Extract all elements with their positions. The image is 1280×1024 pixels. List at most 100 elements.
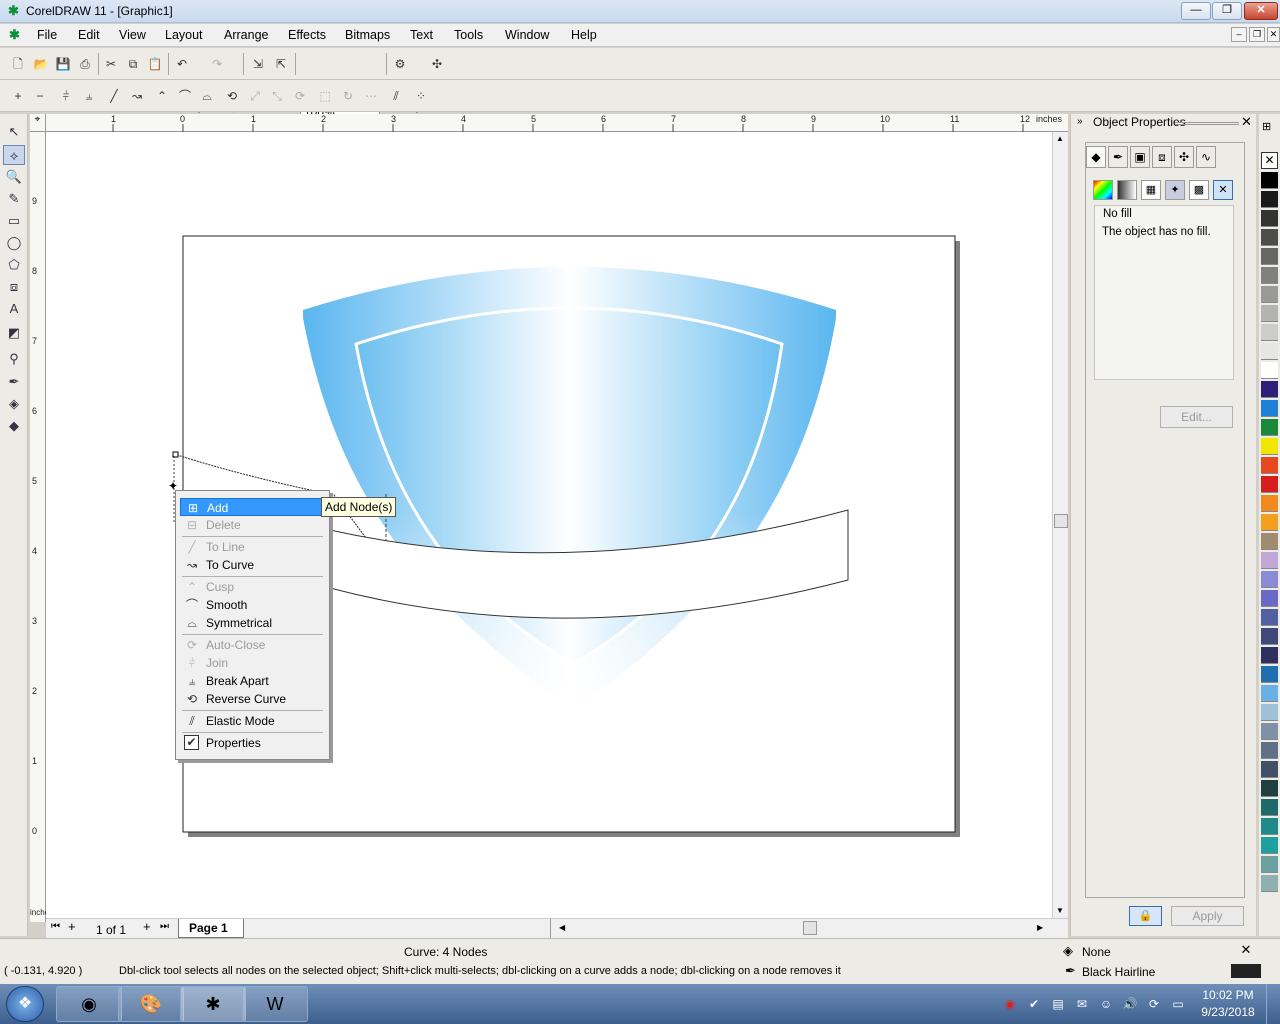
menu-window[interactable]: Window: [505, 28, 549, 42]
color-swatch[interactable]: [1261, 362, 1278, 379]
color-swatch[interactable]: [1261, 514, 1278, 531]
interactive-fill-tool-icon[interactable]: ◆: [3, 416, 25, 436]
document-menu-icon[interactable]: ✱: [9, 27, 20, 43]
color-swatch[interactable]: [1261, 571, 1278, 588]
last-page-icon[interactable]: ⏭: [160, 921, 169, 932]
color-swatch[interactable]: [1261, 799, 1278, 816]
ellipse-tool-icon[interactable]: ◯: [3, 233, 25, 253]
ctx-to-curve[interactable]: ↝ To Curve: [180, 556, 325, 574]
horizontal-scroll-thumb[interactable]: [803, 921, 817, 935]
scroll-down-icon[interactable]: ▼: [1056, 906, 1064, 915]
volume-tray-icon[interactable]: 🔊: [1122, 996, 1138, 1012]
color-swatch[interactable]: [1261, 723, 1278, 740]
color-swatch[interactable]: [1261, 780, 1278, 797]
menu-view[interactable]: View: [119, 28, 146, 42]
vertical-ruler[interactable]: 9 8 7 6 5 4 3 2 1 0 inches: [30, 132, 53, 922]
lock-icon[interactable]: 🔒: [1129, 906, 1162, 926]
first-page-icon[interactable]: ⏮: [51, 921, 60, 932]
curve-tab-icon[interactable]: ∿: [1196, 146, 1216, 168]
color-swatch[interactable]: [1261, 457, 1278, 474]
cut-icon[interactable]: ✂: [101, 54, 121, 74]
color-swatch[interactable]: [1261, 685, 1278, 702]
application-launcher-icon[interactable]: ⚙: [390, 54, 410, 74]
color-swatch[interactable]: [1261, 438, 1278, 455]
color-swatch[interactable]: [1261, 419, 1278, 436]
doc-close-button[interactable]: ✕: [1267, 27, 1280, 42]
no-color-swatch-icon[interactable]: ✕: [1261, 152, 1278, 169]
ctx-add[interactable]: ⊞ Add: [180, 498, 325, 516]
internet-tab-icon[interactable]: ✣: [1174, 146, 1194, 168]
ruler-origin-icon[interactable]: ⌖: [30, 114, 46, 132]
ctx-symmetrical[interactable]: ⌓ Symmetrical: [180, 614, 325, 632]
menu-text[interactable]: Text: [410, 28, 433, 42]
color-swatch[interactable]: [1261, 191, 1278, 208]
menu-arrange[interactable]: Arrange: [224, 28, 268, 42]
join-nodes-icon[interactable]: ⫩: [56, 86, 76, 106]
doc-restore-button[interactable]: ❐: [1249, 27, 1265, 42]
extend-curve-icon[interactable]: ⤢: [245, 86, 265, 106]
outline-tool-icon[interactable]: ✒: [3, 372, 25, 392]
record-tray-icon[interactable]: ◉: [1002, 996, 1018, 1012]
align-nodes-icon[interactable]: ⋯: [361, 86, 381, 106]
color-swatch[interactable]: [1261, 590, 1278, 607]
menu-bitmaps[interactable]: Bitmaps: [345, 28, 390, 42]
to-curve-icon[interactable]: ↝: [127, 86, 147, 106]
ctx-auto-close[interactable]: ⟳ Auto-Close: [180, 636, 325, 654]
delete-node-icon[interactable]: −: [30, 86, 50, 106]
outline-tab-icon[interactable]: ✒: [1108, 146, 1128, 168]
ctx-reverse-curve[interactable]: ⟲ Reverse Curve: [180, 690, 325, 708]
interactive-tool-icon[interactable]: ◩: [3, 323, 25, 343]
reverse-direction-icon[interactable]: ⟲: [222, 86, 242, 106]
color-swatch[interactable]: [1261, 172, 1278, 189]
color-swatch[interactable]: [1261, 229, 1278, 246]
word-taskbar-icon[interactable]: W: [242, 986, 308, 1022]
rotate-skew-icon[interactable]: ↻: [338, 86, 358, 106]
to-line-icon[interactable]: ╱: [104, 86, 124, 106]
page-tab[interactable]: Page 1: [178, 919, 244, 938]
add-page-before-icon[interactable]: +: [68, 919, 76, 934]
coreldraw-taskbar-icon[interactable]: ✱: [180, 986, 246, 1022]
scroll-right-icon[interactable]: ▶: [1037, 923, 1043, 932]
cusp-node-icon[interactable]: ⌃: [152, 86, 172, 106]
import-icon[interactable]: ⇲: [248, 54, 268, 74]
horizontal-ruler[interactable]: 1 0 1 2 3 4 5 6 7 8 9 10 11 12 inches: [46, 114, 1068, 132]
no-fill-swatch-icon[interactable]: ✕: [1232, 943, 1260, 957]
scroll-up-icon[interactable]: ▲: [1056, 134, 1064, 143]
security-tray-icon[interactable]: ✔: [1026, 996, 1042, 1012]
paste-icon[interactable]: 📋: [145, 54, 165, 74]
postscript-fill-icon[interactable]: ▩: [1189, 180, 1209, 200]
color-swatch[interactable]: [1261, 267, 1278, 284]
ctx-elastic-mode[interactable]: ⫽ Elastic Mode: [180, 712, 325, 730]
color-swatch[interactable]: [1261, 533, 1278, 550]
auto-close-icon[interactable]: ⟳: [290, 86, 310, 106]
copy-icon[interactable]: ⧉: [123, 54, 143, 74]
color-swatch[interactable]: [1261, 856, 1278, 873]
pick-tool-icon[interactable]: ↖: [3, 122, 25, 142]
basic-shapes-tool-icon[interactable]: ⧈: [3, 277, 25, 297]
color-swatch[interactable]: [1261, 552, 1278, 569]
zoom-tool-icon[interactable]: 🔍: [3, 167, 25, 187]
color-swatch[interactable]: [1261, 343, 1278, 360]
paint-taskbar-icon[interactable]: 🎨: [118, 986, 184, 1022]
ctx-break-apart[interactable]: ⫨ Break Apart: [180, 672, 325, 690]
fountain-fill-icon[interactable]: [1117, 180, 1137, 200]
general-tab-icon[interactable]: ▣: [1130, 146, 1150, 168]
color-swatch[interactable]: [1261, 647, 1278, 664]
message-tray-icon[interactable]: ✉: [1074, 996, 1090, 1012]
add-page-after-icon[interactable]: +: [143, 919, 151, 934]
start-button[interactable]: ❖: [6, 986, 44, 1022]
pattern-fill-icon[interactable]: ▦: [1141, 180, 1161, 200]
menu-file[interactable]: File: [37, 28, 57, 42]
color-swatch[interactable]: [1261, 286, 1278, 303]
color-swatch[interactable]: [1261, 666, 1278, 683]
symmetrical-node-icon[interactable]: ⌓: [197, 86, 217, 106]
polygon-tool-icon[interactable]: ⬠: [3, 255, 25, 275]
ctx-smooth[interactable]: ⌒ Smooth: [180, 596, 325, 614]
redo-icon[interactable]: ↷: [207, 54, 227, 74]
network-tray-icon[interactable]: ▤: [1050, 996, 1066, 1012]
color-swatch[interactable]: [1261, 324, 1278, 341]
color-swatch[interactable]: [1261, 837, 1278, 854]
fill-tool-icon[interactable]: ◈: [3, 394, 25, 414]
shape-tool-icon[interactable]: ⟡: [3, 145, 25, 165]
restore-button[interactable]: ❐: [1212, 2, 1242, 20]
